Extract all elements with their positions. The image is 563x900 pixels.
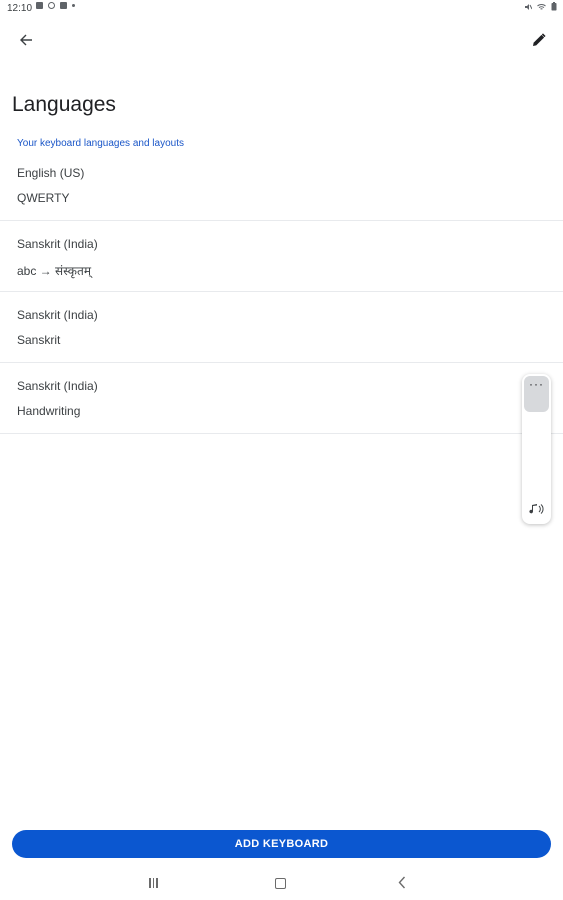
add-keyboard-button[interactable]: ADD KEYBOARD <box>12 830 551 858</box>
section-header: Your keyboard languages and layouts <box>17 138 184 149</box>
status-time: 12:10 <box>7 3 33 14</box>
message-icon <box>36 2 43 9</box>
more-options-button[interactable]: ··· <box>524 376 549 412</box>
back-button[interactable] <box>12 28 40 52</box>
recents-button[interactable] <box>149 878 158 888</box>
vpn-icon <box>60 2 67 9</box>
language-item-sanskrit-handwriting[interactable]: Sanskrit (India) Handwriting <box>0 363 563 434</box>
language-item-english-us[interactable]: English (US) QWERTY <box>0 158 563 221</box>
language-name: English (US) <box>17 166 85 180</box>
audio-icon[interactable] <box>528 502 546 516</box>
more-icon: ··· <box>529 377 544 391</box>
recents-icon <box>149 878 151 888</box>
status-right-icons <box>524 2 557 11</box>
language-item-sanskrit-transliteration[interactable]: Sanskrit (India) abc → संस्कृतम् <box>0 221 563 292</box>
mute-icon <box>525 3 532 10</box>
language-item-sanskrit[interactable]: Sanskrit (India) Sanskrit <box>0 292 563 363</box>
status-bar: 12:10 <box>0 0 563 18</box>
language-layout: QWERTY <box>17 191 70 205</box>
recents-icon <box>152 878 154 888</box>
notification-dot-icon <box>72 4 75 7</box>
gallery-icon <box>48 2 55 9</box>
language-layout: Sanskrit <box>17 333 61 347</box>
nav-back-button[interactable] <box>398 876 406 889</box>
language-layout: Handwriting <box>17 404 81 418</box>
arrow-left-icon <box>20 34 32 46</box>
language-layout: abc → संस्कृतम् <box>17 264 92 278</box>
home-button[interactable] <box>275 878 286 889</box>
recents-icon <box>156 878 158 888</box>
edit-button[interactable] <box>525 28 553 52</box>
status-left-icons <box>36 2 75 9</box>
language-name: Sanskrit (India) <box>17 308 98 322</box>
pencil-icon <box>533 33 546 46</box>
language-name: Sanskrit (India) <box>17 379 98 393</box>
language-list: English (US) QWERTY Sanskrit (India) abc… <box>0 158 563 434</box>
language-name: Sanskrit (India) <box>17 237 98 251</box>
battery-icon <box>551 2 557 11</box>
wifi-icon <box>537 3 546 10</box>
page-title: Languages <box>12 93 116 116</box>
floating-side-panel: ··· <box>522 374 551 524</box>
system-nav-bar <box>0 868 563 900</box>
